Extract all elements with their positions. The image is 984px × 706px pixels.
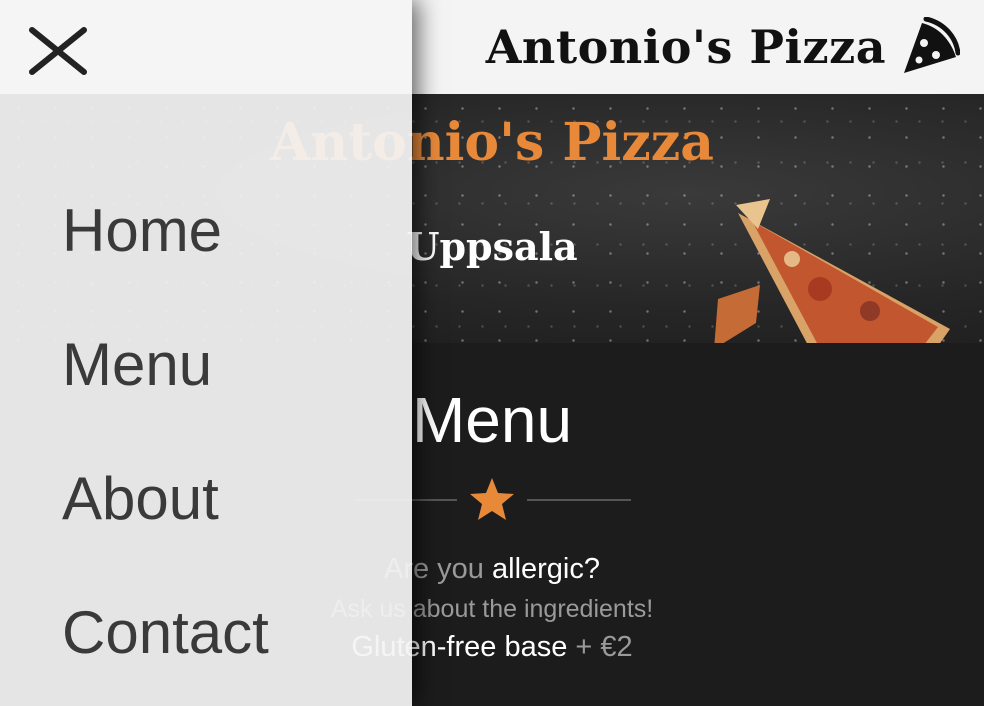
pizza-slice-image xyxy=(714,199,950,343)
gluten-price: + €2 xyxy=(575,631,633,663)
nav-item-contact[interactable]: Contact xyxy=(62,598,269,667)
allergy-highlight: allergic? xyxy=(492,553,600,585)
pizza-slice-icon[interactable] xyxy=(900,17,960,77)
brand-title[interactable]: Antonio's Pizza xyxy=(486,20,886,74)
close-icon[interactable] xyxy=(26,26,90,78)
nav-item-about[interactable]: About xyxy=(62,464,219,533)
side-drawer: Home Menu About Contact xyxy=(0,0,412,706)
star-icon xyxy=(470,478,514,520)
brand[interactable]: Antonio's Pizza xyxy=(486,14,960,80)
nav-item-home[interactable]: Home xyxy=(62,196,222,265)
nav-item-menu[interactable]: Menu xyxy=(62,330,212,399)
divider-line-right xyxy=(527,499,631,501)
